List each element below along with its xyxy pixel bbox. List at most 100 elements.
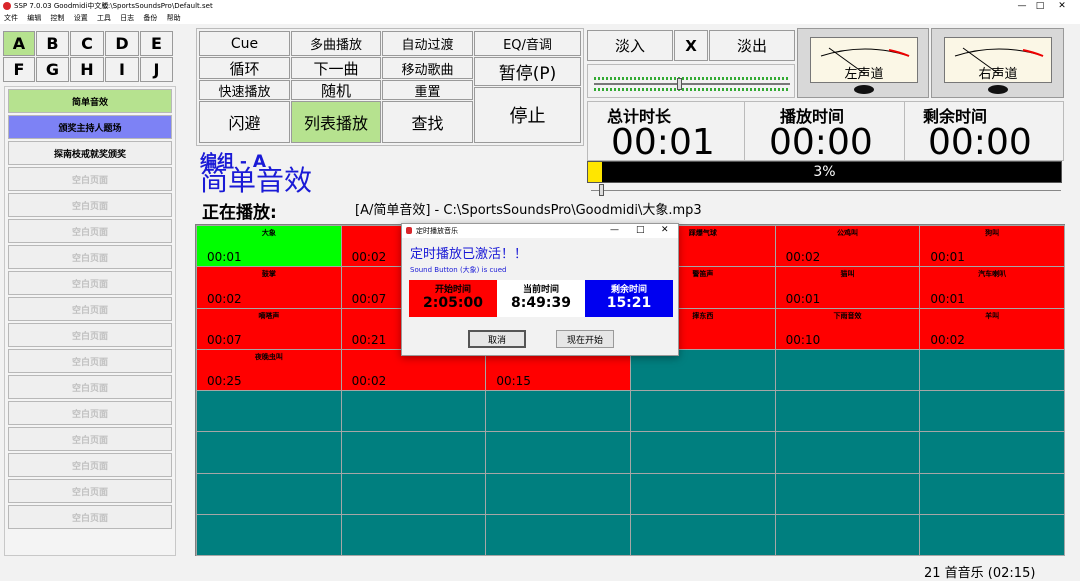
letter-button-f[interactable]: F xyxy=(3,57,35,82)
sound-button[interactable]: 羊叫 00:02 xyxy=(919,307,1065,350)
empty-sound-button[interactable] xyxy=(340,390,487,433)
empty-sound-button[interactable] xyxy=(196,472,342,515)
menu-settings[interactable]: 设置 xyxy=(74,14,88,22)
empty-sound-button[interactable] xyxy=(340,472,487,515)
sound-button[interactable]: 狗叫 00:01 xyxy=(919,225,1065,268)
empty-sound-button[interactable] xyxy=(774,431,921,474)
multi-play-button[interactable]: 多曲播放 xyxy=(291,31,381,56)
bank-item-17[interactable]: 空白页面 xyxy=(8,505,172,529)
empty-sound-button[interactable] xyxy=(919,431,1065,474)
dialog-close-icon[interactable]: ✕ xyxy=(661,225,669,235)
letter-button-c[interactable]: C xyxy=(70,31,104,56)
letter-button-b[interactable]: B xyxy=(36,31,69,56)
empty-sound-button[interactable] xyxy=(340,431,487,474)
position-thumb[interactable] xyxy=(599,184,604,196)
empty-sound-button[interactable] xyxy=(196,513,342,556)
bank-item-10[interactable]: 空白页面 xyxy=(8,323,172,347)
auto-fade-button[interactable]: 自动过渡 xyxy=(382,31,473,56)
empty-sound-button[interactable] xyxy=(919,513,1065,556)
minimize-icon[interactable]: — xyxy=(1012,0,1032,12)
fade-in-button[interactable]: 淡入 xyxy=(587,30,673,61)
bank-item-9[interactable]: 空白页面 xyxy=(8,297,172,321)
empty-sound-button[interactable] xyxy=(485,431,631,474)
sound-button[interactable]: 汽车喇叭 00:01 xyxy=(919,266,1065,309)
sound-button[interactable]: 鼓掌 00:02 xyxy=(196,266,342,309)
menu-help[interactable]: 帮助 xyxy=(167,14,181,22)
menu-file[interactable]: 文件 xyxy=(4,14,18,22)
bank-item-16[interactable]: 空白页面 xyxy=(8,479,172,503)
empty-sound-button[interactable] xyxy=(630,513,776,556)
list-play-button[interactable]: 列表播放 xyxy=(291,101,381,143)
fade-out-button[interactable]: 淡出 xyxy=(709,30,795,61)
letter-button-e[interactable]: E xyxy=(140,31,173,56)
letter-button-d[interactable]: D xyxy=(105,31,139,56)
empty-sound-button[interactable] xyxy=(340,513,487,556)
letter-button-h[interactable]: H xyxy=(70,57,104,82)
sound-button[interactable]: 下雨音效 00:10 xyxy=(774,307,921,350)
bank-item-14[interactable]: 空白页面 xyxy=(8,427,172,451)
bank-item-12[interactable]: 空白页面 xyxy=(8,375,172,399)
menu-tools[interactable]: 工具 xyxy=(97,14,111,22)
close-icon[interactable]: ✕ xyxy=(1052,0,1072,12)
find-button[interactable]: 查找 xyxy=(382,101,473,143)
volume-thumb[interactable] xyxy=(677,78,682,90)
eq-button[interactable]: EQ/音调 xyxy=(474,31,581,56)
bank-item-4[interactable]: 空白页面 xyxy=(8,167,172,191)
menu-log[interactable]: 日志 xyxy=(120,14,134,22)
bank-item-8[interactable]: 空白页面 xyxy=(8,271,172,295)
sound-button[interactable]: 猫叫 00:01 xyxy=(774,266,921,309)
bank-item-5[interactable]: 空白页面 xyxy=(8,193,172,217)
letter-button-g[interactable]: G xyxy=(36,57,69,82)
sound-button[interactable]: 嘀嗒声 00:07 xyxy=(196,307,342,350)
bank-item-13[interactable]: 空白页面 xyxy=(8,401,172,425)
empty-sound-button[interactable] xyxy=(774,513,921,556)
empty-sound-button[interactable] xyxy=(774,472,921,515)
pause-button[interactable]: 暂停(P) xyxy=(474,57,581,86)
letter-button-j[interactable]: J xyxy=(140,57,173,82)
empty-sound-button[interactable] xyxy=(485,390,631,433)
empty-sound-button[interactable] xyxy=(485,513,631,556)
cue-button[interactable]: Cue xyxy=(199,31,290,56)
bank-item-7[interactable]: 空白页面 xyxy=(8,245,172,269)
dialog-maximize-icon[interactable]: □ xyxy=(636,225,645,235)
loop-button[interactable]: 循环 xyxy=(199,57,290,79)
start-now-button[interactable]: 现在开始 xyxy=(556,330,614,348)
letter-button-a[interactable]: A xyxy=(3,31,35,56)
bank-item-1[interactable]: 简单音效 xyxy=(8,89,172,113)
sound-button[interactable]: 夜晚虫叫 00:25 xyxy=(196,348,342,391)
cancel-button[interactable]: 取消 xyxy=(468,330,526,348)
flash-button[interactable]: 闪避 xyxy=(199,101,290,143)
menu-edit[interactable]: 编辑 xyxy=(27,14,41,22)
bank-item-2[interactable]: 颁奖主持人题场 xyxy=(8,115,172,139)
sound-button[interactable]: 大象 00:01 xyxy=(196,225,342,268)
menu-backup[interactable]: 备份 xyxy=(143,14,157,22)
sound-button-name: 羊叫 xyxy=(985,311,1000,320)
stop-button[interactable]: 停止 xyxy=(474,87,581,143)
quick-play-button[interactable]: 快速播放 xyxy=(199,80,290,100)
x-button[interactable]: X xyxy=(674,30,708,61)
empty-sound-button[interactable] xyxy=(630,390,776,433)
empty-sound-button[interactable] xyxy=(196,390,342,433)
maximize-icon[interactable]: □ xyxy=(1030,0,1050,12)
empty-sound-button[interactable] xyxy=(919,348,1065,391)
empty-sound-button[interactable] xyxy=(774,348,921,391)
empty-sound-button[interactable] xyxy=(630,431,776,474)
menu-control[interactable]: 控制 xyxy=(50,14,64,22)
dialog-minimize-icon[interactable]: — xyxy=(610,225,619,235)
bank-item-3[interactable]: 探南枝戒就奖颁奖 xyxy=(8,141,172,165)
random-button[interactable]: 随机 xyxy=(291,80,381,100)
empty-sound-button[interactable] xyxy=(774,390,921,433)
empty-sound-button[interactable] xyxy=(919,472,1065,515)
empty-sound-button[interactable] xyxy=(485,472,631,515)
reset-button[interactable]: 重置 xyxy=(382,80,473,100)
next-button[interactable]: 下一曲 xyxy=(291,57,381,79)
letter-button-i[interactable]: I xyxy=(105,57,139,82)
bank-item-6[interactable]: 空白页面 xyxy=(8,219,172,243)
empty-sound-button[interactable] xyxy=(630,472,776,515)
sound-button[interactable]: 公鸡叫 00:02 xyxy=(774,225,921,268)
empty-sound-button[interactable] xyxy=(196,431,342,474)
bank-item-11[interactable]: 空白页面 xyxy=(8,349,172,373)
bank-item-15[interactable]: 空白页面 xyxy=(8,453,172,477)
empty-sound-button[interactable] xyxy=(919,390,1065,433)
move-song-button[interactable]: 移动歌曲 xyxy=(382,57,473,79)
